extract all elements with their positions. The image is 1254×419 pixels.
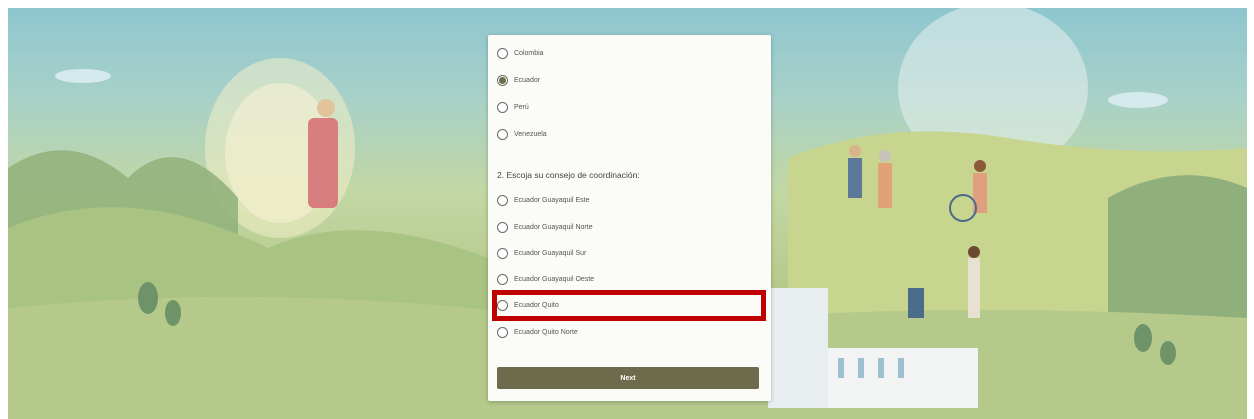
survey-card: Colombia Ecuador Perú Venezuela 2. Escoj… [488,35,771,401]
radio-button[interactable] [497,221,508,233]
option-label: Ecuador Guayaquil Este [514,196,590,204]
option-label: Ecuador Quito [514,301,559,309]
question-title: 2. Escoja su consejo de coordinación: [497,170,640,180]
option-label: Venezuela [514,130,547,138]
radio-option-colombia[interactable]: Colombia [497,43,544,63]
option-label: Ecuador Quito Norte [514,328,578,336]
option-label: Ecuador [514,76,541,84]
option-label: Ecuador Guayaquil Oeste [514,275,595,283]
radio-button-selected[interactable] [497,74,508,86]
radio-option-peru[interactable]: Perú [497,97,529,117]
radio-option-guayaquil-norte[interactable]: Ecuador Guayaquil Norte [497,217,593,237]
option-label: Ecuador Guayaquil Norte [514,223,593,231]
radio-button[interactable] [497,194,508,206]
option-label: Perú [514,103,529,111]
radio-button[interactable] [497,101,508,113]
radio-dot [499,76,506,84]
radio-option-quito-norte[interactable]: Ecuador Quito Norte [497,322,578,342]
radio-option-guayaquil-sur[interactable]: Ecuador Guayaquil Sur [497,243,586,263]
radio-option-guayaquil-este[interactable]: Ecuador Guayaquil Este [497,190,590,210]
radio-button[interactable] [497,326,508,338]
radio-button[interactable] [497,128,508,140]
radio-button[interactable] [497,47,508,59]
radio-option-guayaquil-oeste[interactable]: Ecuador Guayaquil Oeste [497,269,594,289]
radio-button[interactable] [497,299,508,311]
radio-button[interactable] [497,273,508,285]
option-label: Ecuador Guayaquil Sur [514,249,587,257]
option-label: Colombia [514,49,544,57]
next-button[interactable]: Next [497,367,759,389]
radio-button[interactable] [497,247,508,259]
radio-option-quito[interactable]: Ecuador Quito [497,295,559,315]
radio-option-venezuela[interactable]: Venezuela [497,124,547,144]
radio-option-ecuador[interactable]: Ecuador [497,70,540,90]
